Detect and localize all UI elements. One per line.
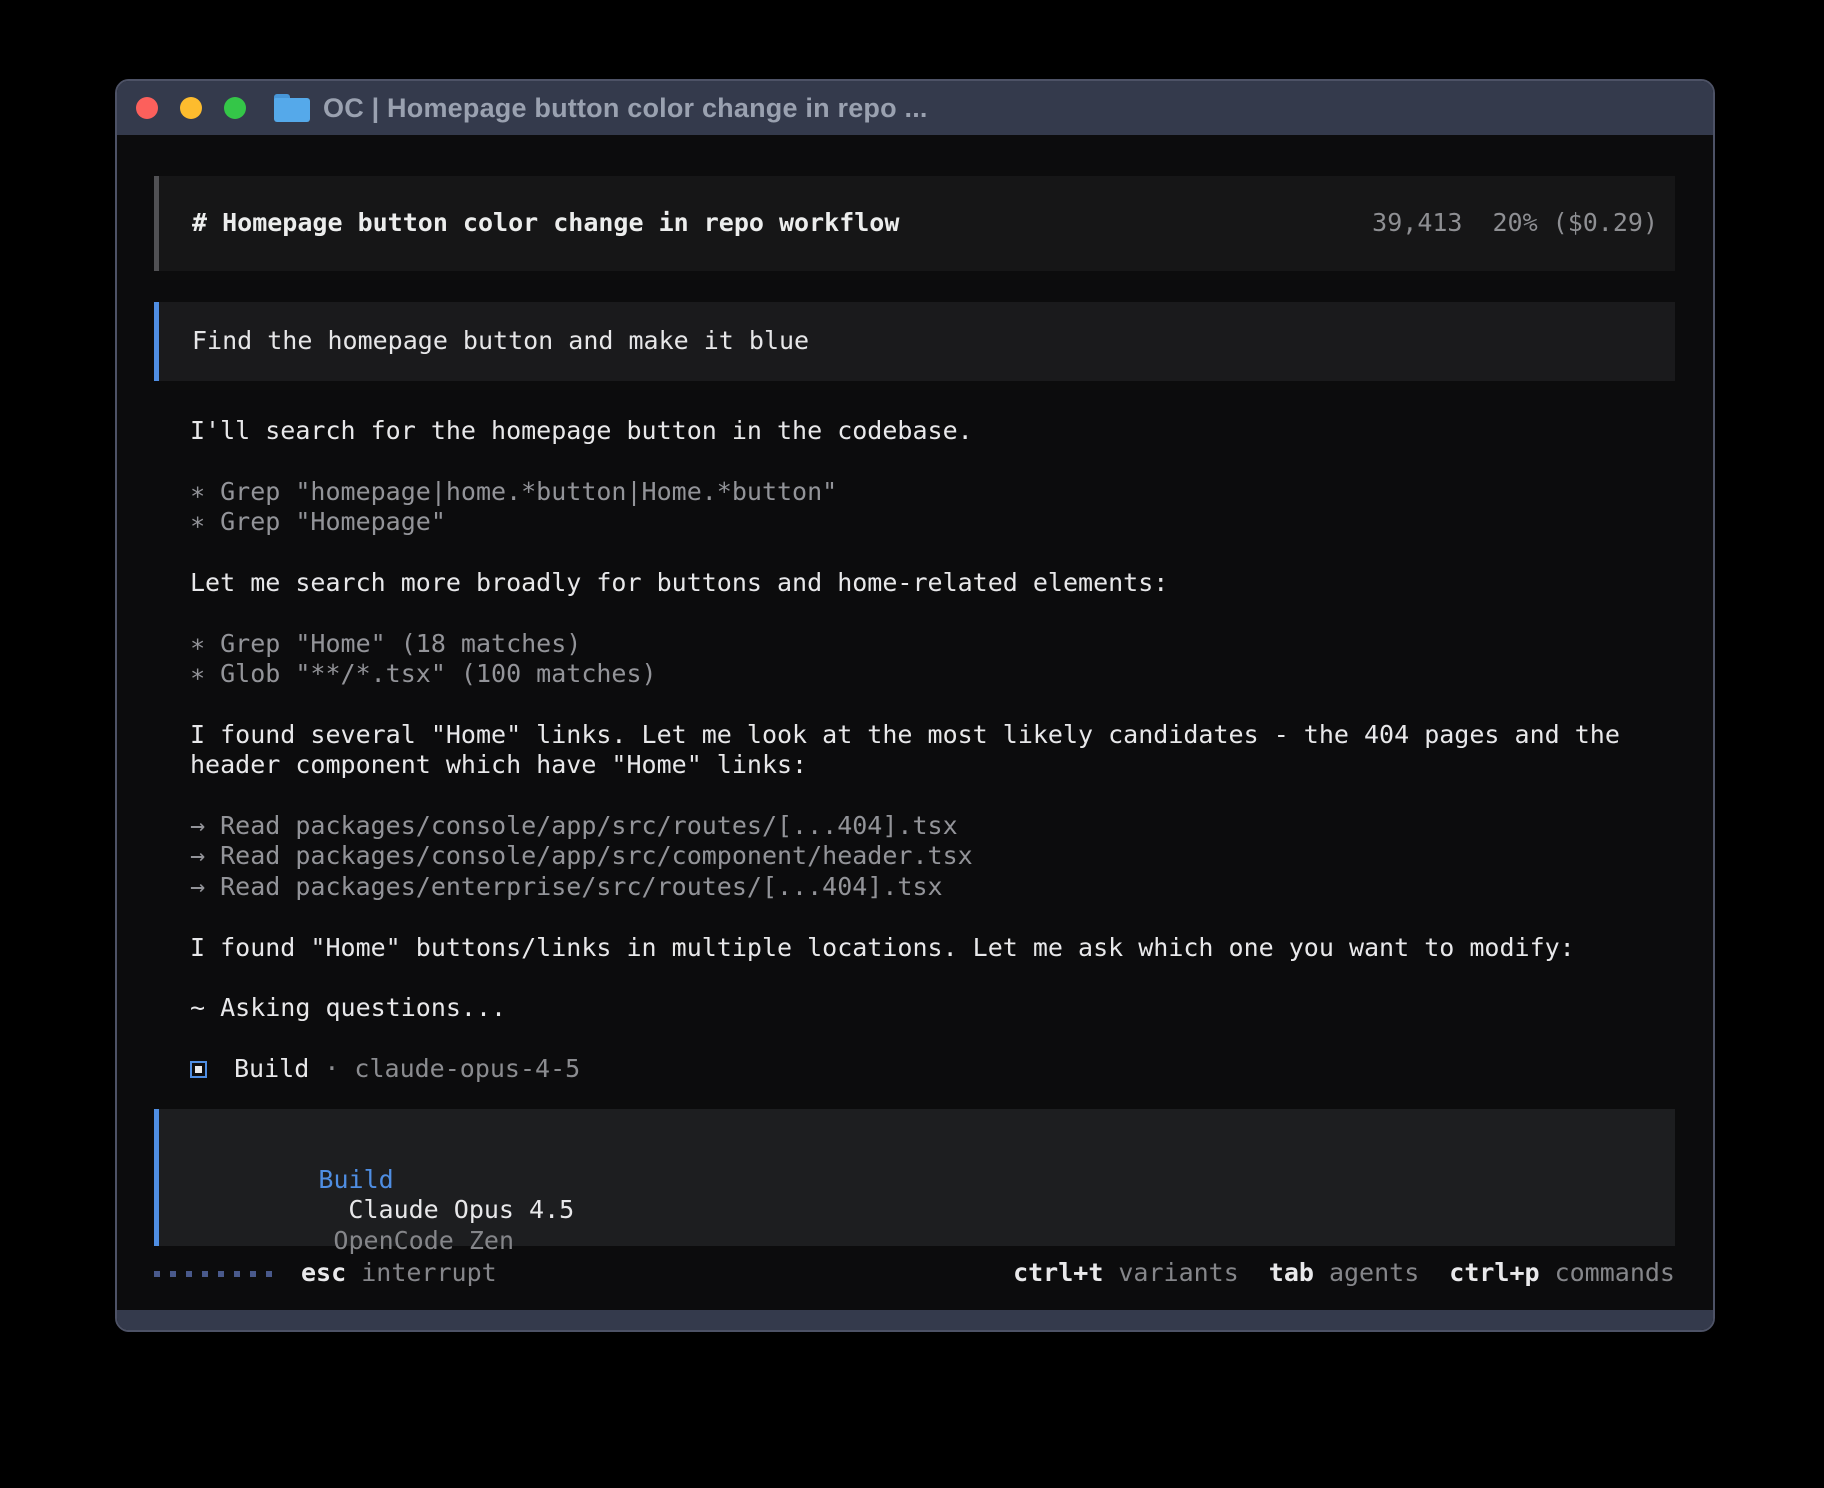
conversation-line: ∗ Glob "**/*.tsx" (100 matches) <box>190 659 1675 689</box>
conversation-line <box>190 690 1675 720</box>
conversation-line: → Read packages/enterprise/src/routes/[.… <box>190 872 1675 902</box>
folder-icon <box>274 94 310 122</box>
window-bottom-edge <box>117 1310 1713 1330</box>
conversation-line: → Read packages/console/app/src/componen… <box>190 841 1675 871</box>
status-separator: · <box>309 1054 354 1084</box>
conversation-line <box>190 902 1675 932</box>
conversation-line: I found "Home" buttons/links in multiple… <box>190 933 1675 963</box>
conversation-line: header component which have "Home" links… <box>190 750 1675 780</box>
esc-key: esc <box>301 1258 346 1287</box>
conversation-line <box>190 598 1675 628</box>
conversation-line: ∗ Grep "Home" (18 matches) <box>190 629 1675 659</box>
shortcut-label: commands <box>1555 1258 1675 1287</box>
shortcut-label: agents <box>1329 1258 1419 1287</box>
spinner-dot <box>266 1271 272 1277</box>
agent-build-icon <box>190 1061 207 1078</box>
terminal-window: OC | Homepage button color change in rep… <box>115 79 1715 1332</box>
conversation-line <box>190 781 1675 811</box>
spinner-dot <box>234 1271 240 1277</box>
assistant-response: I'll search for the homepage button in t… <box>154 416 1675 1085</box>
conversation-line <box>190 963 1675 993</box>
input-model-label: Claude Opus 4.5 <box>348 1195 574 1224</box>
working-spinner-dots <box>154 1271 272 1277</box>
conversation-line: ~ Asking questions... <box>190 993 1675 1023</box>
conversation-line <box>190 446 1675 476</box>
conversation-line <box>190 538 1675 568</box>
shortcut-key: ctrl+t <box>1013 1258 1103 1287</box>
zoom-button[interactable] <box>224 97 246 119</box>
conversation-line: ∗ Grep "Homepage" <box>190 507 1675 537</box>
conversation-line: I'll search for the homepage button in t… <box>190 416 1675 446</box>
spinner-dot <box>170 1271 176 1277</box>
status-model-name: claude-opus-4-5 <box>354 1054 580 1084</box>
traffic-lights <box>136 97 246 119</box>
input-provider-label: OpenCode Zen <box>333 1226 514 1255</box>
agent-name: Build <box>234 1054 309 1084</box>
token-count: 39,413 <box>1372 208 1462 237</box>
session-title: # Homepage button color change in repo w… <box>192 208 899 238</box>
context-percent: 20% <box>1492 208 1537 237</box>
user-message-text: Find the homepage button and make it blu… <box>192 326 809 356</box>
esc-hint: esc interrupt <box>301 1258 497 1288</box>
esc-label: interrupt <box>361 1258 496 1287</box>
input-agent-label: Build <box>318 1165 393 1194</box>
terminal-content: # Homepage button color change in repo w… <box>117 135 1713 1310</box>
shortcut-hint-commands: ctrl+p commands <box>1449 1258 1675 1288</box>
window-titlebar: OC | Homepage button color change in rep… <box>117 81 1713 135</box>
conversation-line: → Read packages/console/app/src/routes/[… <box>190 811 1675 841</box>
spinner-dot <box>202 1271 208 1277</box>
assistant-response-lines: I'll search for the homepage button in t… <box>190 416 1675 1054</box>
shortcut-hint-variants: ctrl+t variants <box>1013 1258 1239 1288</box>
prompt-input[interactable]: Build Claude Opus 4.5 OpenCode Zen <box>154 1109 1675 1246</box>
titlebar-title-group: OC | Homepage button color change in rep… <box>274 93 928 124</box>
agent-status-row: Build · claude-opus-4-5 <box>190 1054 1675 1084</box>
shortcut-key: tab <box>1269 1258 1314 1287</box>
conversation-line: Let me search more broadly for buttons a… <box>190 568 1675 598</box>
shortcut-key: ctrl+p <box>1449 1258 1539 1287</box>
spinner-dot <box>186 1271 192 1277</box>
close-button[interactable] <box>136 97 158 119</box>
spinner-dot <box>154 1271 160 1277</box>
shortcut-hint-agents: tab agents <box>1269 1258 1419 1288</box>
conversation-line <box>190 1024 1675 1054</box>
session-header: # Homepage button color change in repo w… <box>154 176 1675 271</box>
spinner-dot <box>218 1271 224 1277</box>
minimize-button[interactable] <box>180 97 202 119</box>
status-bar-left: esc interrupt <box>154 1258 497 1288</box>
conversation-line: ∗ Grep "homepage|home.*button|Home.*butt… <box>190 477 1675 507</box>
window-title: OC | Homepage button color change in rep… <box>323 93 928 124</box>
keyboard-shortcuts: ctrl+t variants tab agents ctrl+p commands <box>1013 1258 1675 1288</box>
shortcut-label: variants <box>1118 1258 1238 1287</box>
spinner-dot <box>250 1271 256 1277</box>
session-stats: 39,413 20% ($0.29) <box>1372 208 1658 238</box>
user-message: Find the homepage button and make it blu… <box>154 302 1675 381</box>
session-cost: ($0.29) <box>1553 208 1658 237</box>
conversation-line: I found several "Home" links. Let me loo… <box>190 720 1675 750</box>
